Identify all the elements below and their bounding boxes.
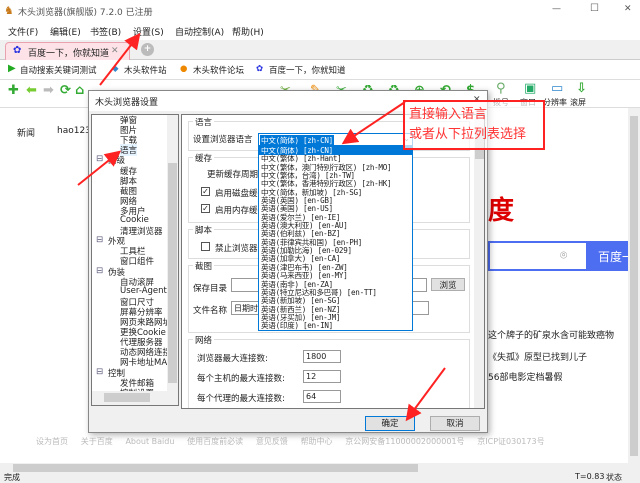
arrow-to-combobox: [341, 101, 406, 145]
arrow-to-language-node: [77, 150, 122, 186]
arrow-to-settings-menu: [99, 32, 141, 86]
arrow-to-ok-button: [405, 367, 446, 422]
annotation-arrows: [77, 32, 446, 422]
